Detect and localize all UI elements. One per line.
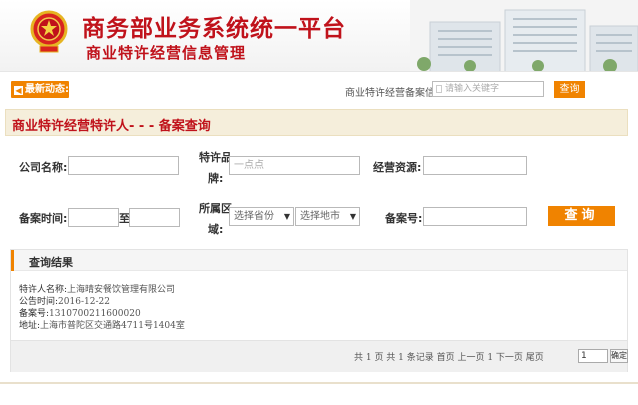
result-value: 上海市普陀区交通路4711号1404室 [40, 321, 185, 331]
keyword-search-button[interactable]: 查询 [554, 81, 585, 98]
filing-number-label: 备案号: [385, 212, 423, 225]
top-bar: ◀ 最新动态: 商业特许经营备案信 请输入关键字 查询 [5, 79, 633, 101]
dropdown-arrow-icon: ▼ [349, 212, 356, 221]
site-title: 商务部业务系统统一平台 [82, 16, 346, 42]
brand-label-line1: 特许品 [199, 151, 232, 164]
pagination-text[interactable]: 共 1 页 共 1 条记录 首页 上一页 1 下一页 尾页 [354, 350, 544, 363]
section-header: 商业特许经营特许人- - - 备案查询 [5, 109, 628, 136]
arrow-icon: ◀ [14, 86, 23, 95]
company-name-input[interactable] [68, 156, 179, 175]
page-footer [0, 382, 638, 405]
company-name-label: 公司名称: [19, 161, 68, 174]
dropdown-arrow-icon: ▼ [283, 212, 290, 221]
pagination-bar: 共 1 页 共 1 条记录 首页 上一页 1 下一页 尾页 1 确定 [11, 340, 628, 372]
go-page-button[interactable]: 确定 [610, 349, 628, 363]
site-subtitle: 商业特许经营信息管理 [86, 44, 247, 62]
site-header: 商务部业务系统统一平台 商业特许经营信息管理 [0, 0, 638, 72]
brand-input[interactable]: 一点点 [229, 156, 360, 175]
keyword-search-input[interactable]: 请输入关键字 [432, 81, 544, 97]
results-header: 查询结果 [11, 250, 627, 271]
input-icon [436, 85, 442, 93]
filing-info-label: 商业特许经营备案信 [345, 88, 435, 99]
latest-news-tag[interactable]: ◀ 最新动态: [11, 81, 69, 98]
province-select-value: 选择省份 [234, 211, 274, 222]
results-title: 查询结果 [29, 256, 73, 269]
results-header-accent [11, 250, 14, 271]
query-button[interactable]: 查询 [548, 206, 615, 226]
result-address: 地址:上海市普陀区交通路4711号1404室 [19, 318, 185, 331]
latest-news-label: 最新动态: [25, 84, 69, 95]
city-select[interactable]: 选择地市 ▼ [295, 207, 360, 226]
filing-date-start-input[interactable] [68, 208, 119, 227]
business-resource-label: 经营资源: [373, 161, 422, 174]
region-label-line2: 域: [208, 223, 224, 236]
national-emblem-icon [30, 10, 68, 53]
results-panel: 查询结果 特许人名称:上海晴安餐饮管理有限公司 公告时间:2016-12-22 … [10, 249, 628, 372]
province-select[interactable]: 选择省份 ▼ [229, 207, 294, 226]
filing-number-input[interactable] [423, 207, 527, 226]
brand-label-line2: 牌: [208, 172, 224, 185]
business-resource-input[interactable] [423, 156, 527, 175]
filing-date-label: 备案时间: [19, 212, 68, 225]
section-title: 商业特许经营特许人- - - 备案查询 [12, 119, 211, 134]
building-illustration [410, 0, 638, 71]
region-label-line1: 所属区 [199, 202, 232, 215]
keyword-placeholder: 请输入关键字 [445, 84, 500, 94]
page-number-input[interactable]: 1 [578, 349, 608, 363]
result-label: 地址: [19, 321, 41, 331]
filing-date-end-input[interactable] [129, 208, 180, 227]
city-select-value: 选择地市 [300, 211, 340, 222]
